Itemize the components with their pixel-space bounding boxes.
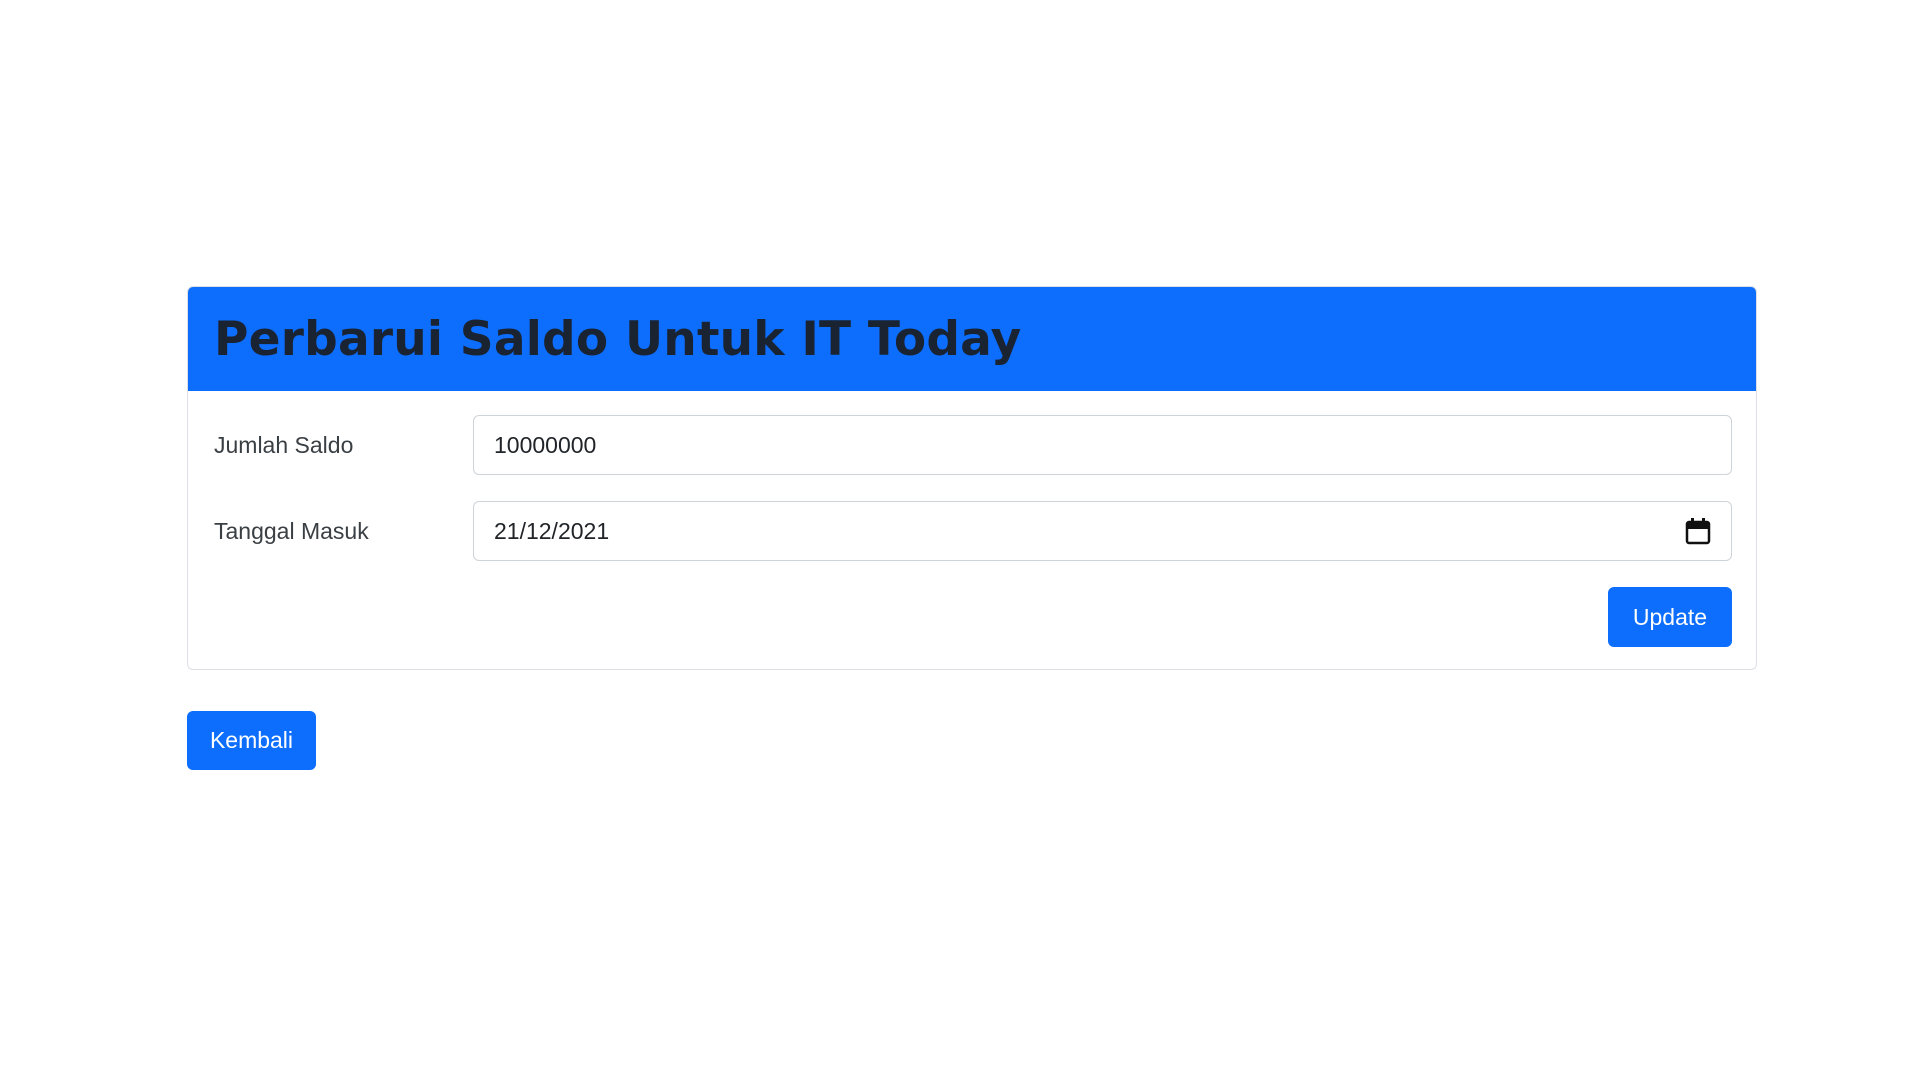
- saldo-value: 10000000: [494, 431, 597, 458]
- page-title: Perbarui Saldo Untuk IT Today: [214, 311, 1022, 367]
- calendar-icon[interactable]: [1685, 517, 1711, 545]
- saldo-label: Jumlah Saldo: [214, 431, 354, 458]
- back-button[interactable]: Kembali: [187, 711, 316, 770]
- tanggal-date-input[interactable]: 21/12/2021: [473, 501, 1732, 561]
- saldo-row: Jumlah Saldo 10000000: [214, 415, 1732, 475]
- calendar-icon-graphic: [1685, 518, 1711, 545]
- card-header: Perbarui Saldo Untuk IT Today: [188, 287, 1756, 391]
- tanggal-label: Tanggal Masuk: [214, 517, 369, 544]
- update-button[interactable]: Update: [1608, 587, 1732, 647]
- tanggal-value: 21/12/2021: [494, 517, 610, 544]
- update-balance-card: Perbarui Saldo Untuk IT Today Jumlah Sal…: [187, 286, 1757, 670]
- page: Perbarui Saldo Untuk IT Today Jumlah Sal…: [0, 0, 1920, 1080]
- card-body: Jumlah Saldo 10000000 Tanggal Masuk 21/1…: [188, 391, 1756, 669]
- saldo-input[interactable]: 10000000: [473, 415, 1732, 475]
- tanggal-row: Tanggal Masuk 21/12/2021: [214, 501, 1732, 561]
